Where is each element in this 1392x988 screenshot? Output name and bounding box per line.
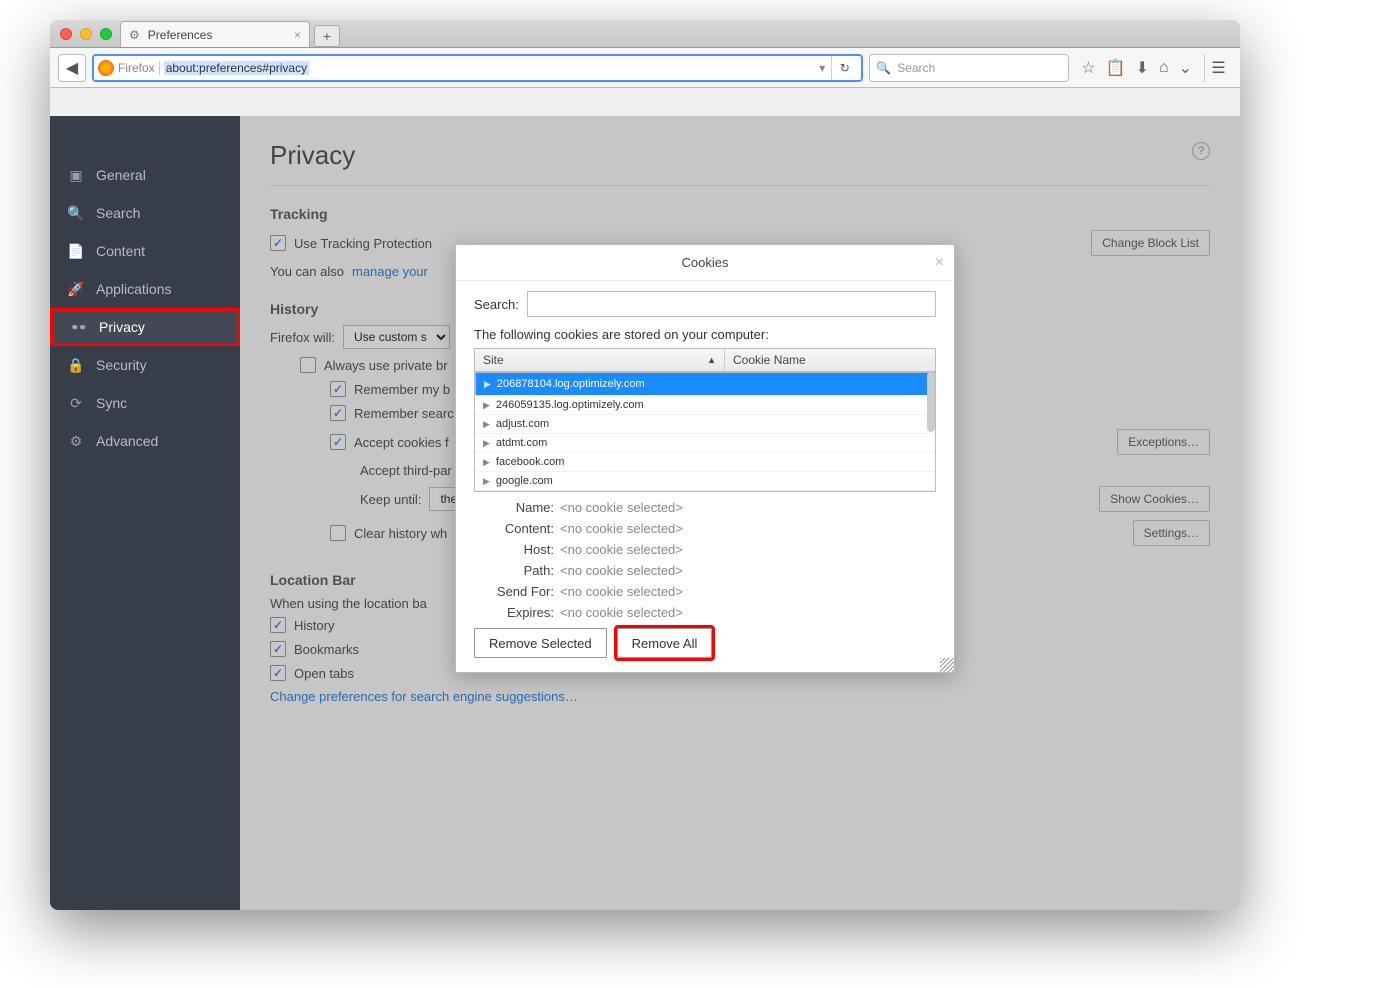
cookie-row[interactable]: ▶ 246059135.log.optimizely.com (475, 396, 935, 415)
sort-asc-icon: ▲ (707, 355, 716, 365)
disclosure-triangle-icon[interactable]: ▶ (483, 438, 490, 449)
disclosure-triangle-icon[interactable]: ▶ (484, 379, 491, 390)
cookie-row[interactable]: ▶ 206878104.log.optimizely.com (475, 372, 935, 396)
cookie-row[interactable]: ▶ google.com (475, 472, 935, 491)
search-placeholder: Search (897, 61, 935, 75)
cookie-row[interactable]: ▶ facebook.com (475, 453, 935, 472)
col-site-header[interactable]: Site▲ (475, 349, 725, 371)
library-icon[interactable]: 📋 (1106, 58, 1126, 78)
cookie-desc: The following cookies are stored on your… (474, 327, 936, 342)
close-tab-icon[interactable]: × (294, 28, 301, 42)
url-identity-label: Firefox (118, 61, 160, 75)
back-button[interactable]: ◀ (58, 54, 86, 82)
cookie-site: atdmt.com (496, 437, 547, 449)
reload-button[interactable]: ↻ (831, 56, 857, 80)
menu-button[interactable]: ☰ (1204, 54, 1232, 82)
dialog-close-icon[interactable]: × (935, 254, 944, 272)
resize-handle[interactable] (940, 658, 954, 672)
sidebar-icon: 🔍 (68, 205, 84, 222)
sidebar-item-label: General (96, 167, 146, 183)
sidebar-icon: 🚀 (68, 281, 84, 298)
sidebar-icon: ⚙ (68, 433, 84, 450)
cookie-site: 246059135.log.optimizely.com (496, 399, 644, 411)
scrollbar-thumb[interactable] (927, 372, 935, 432)
close-window-button[interactable] (60, 28, 72, 40)
sidebar-icon: ⟳ (68, 395, 84, 412)
sidebar-item-sync[interactable]: ⟳ Sync (50, 384, 240, 422)
zoom-window-button[interactable] (100, 28, 112, 40)
cookie-row[interactable]: ▶ atdmt.com (475, 434, 935, 453)
remove-selected-button[interactable]: Remove Selected (474, 628, 607, 658)
sidebar-icon: 📄 (68, 243, 84, 260)
window-controls[interactable] (60, 28, 112, 40)
cookie-detail: Name:<no cookie selected> Content:<no co… (474, 500, 936, 620)
disclosure-triangle-icon[interactable]: ▶ (483, 400, 490, 411)
gear-icon: ⚙ (129, 28, 140, 42)
sidebar-item-advanced[interactable]: ⚙ Advanced (50, 422, 240, 460)
firefox-icon (98, 60, 114, 76)
tab-title: Preferences (148, 28, 213, 42)
url-bar[interactable]: Firefox about:preferences#privacy ▾ ↻ (92, 54, 863, 82)
sidebar-item-label: Sync (96, 395, 127, 411)
disclosure-triangle-icon[interactable]: ▶ (483, 457, 490, 468)
sidebar-item-security[interactable]: 🔒 Security (50, 346, 240, 384)
disclosure-triangle-icon[interactable]: ▶ (483, 476, 490, 487)
dialog-titlebar: Cookies × (456, 245, 954, 281)
url-text: about:preferences#privacy (164, 61, 309, 75)
cookie-site: adjust.com (496, 418, 549, 430)
home-icon[interactable]: ⌂ (1159, 59, 1169, 77)
cookie-table: Site▲ Cookie Name ▶ 206878104.log.optimiz… (474, 348, 936, 492)
disclosure-triangle-icon[interactable]: ▶ (483, 419, 490, 430)
col-cookie-name-header[interactable]: Cookie Name (725, 349, 935, 371)
sidebar-item-label: Advanced (96, 433, 158, 449)
cookies-dialog: Cookies × Search: The following cookies … (455, 244, 955, 673)
sidebar-item-label: Content (96, 243, 145, 259)
sidebar-item-general[interactable]: ▣ General (50, 156, 240, 194)
tab-strip: ⚙ Preferences × + (50, 20, 1240, 48)
sidebar-item-label: Privacy (99, 319, 145, 335)
dropmarker-icon[interactable]: ▾ (819, 61, 825, 75)
downloads-icon[interactable]: ⬇ (1136, 58, 1149, 78)
sidebar-item-label: Search (96, 205, 140, 221)
cookie-site: google.com (496, 475, 553, 487)
tab-preferences[interactable]: ⚙ Preferences × (120, 21, 310, 47)
new-tab-button[interactable]: + (314, 25, 340, 47)
cookie-site: facebook.com (496, 456, 564, 468)
search-icon: 🔍 (876, 61, 891, 75)
sidebar-icon: 👓 (71, 319, 87, 336)
cookie-search-label: Search: (474, 297, 519, 312)
cookie-search-input[interactable] (527, 291, 936, 317)
sidebar-item-applications[interactable]: 🚀 Applications (50, 270, 240, 308)
search-bar[interactable]: 🔍 Search (869, 54, 1069, 82)
cookie-site: 206878104.log.optimizely.com (497, 378, 645, 390)
minimize-window-button[interactable] (80, 28, 92, 40)
remove-all-button[interactable]: Remove All (617, 628, 713, 658)
cookie-table-body[interactable]: ▶ 206878104.log.optimizely.com ▶ 246059135.… (475, 372, 935, 491)
sidebar-icon: ▣ (68, 167, 84, 184)
toolbar-icons: ☆ 📋 ⬇ ⌂ ⌄ (1075, 58, 1198, 78)
sidebar-icon: 🔒 (68, 357, 84, 374)
pocket-icon[interactable]: ⌄ (1179, 58, 1192, 78)
sidebar-item-privacy[interactable]: 👓 Privacy (50, 308, 240, 346)
sidebar-item-content[interactable]: 📄 Content (50, 232, 240, 270)
preferences-sidebar: ▣ General 🔍 Search 📄 Content 🚀 Applications 👓 Pri… (50, 116, 240, 910)
dialog-title: Cookies (682, 255, 729, 270)
nav-toolbar: ◀ Firefox about:preferences#privacy ▾ ↻ … (50, 48, 1240, 88)
cookie-row[interactable]: ▶ adjust.com (475, 415, 935, 434)
sidebar-item-label: Security (96, 357, 147, 373)
bookmark-star-icon[interactable]: ☆ (1081, 58, 1095, 78)
sidebar-item-search[interactable]: 🔍 Search (50, 194, 240, 232)
sidebar-item-label: Applications (96, 281, 172, 297)
